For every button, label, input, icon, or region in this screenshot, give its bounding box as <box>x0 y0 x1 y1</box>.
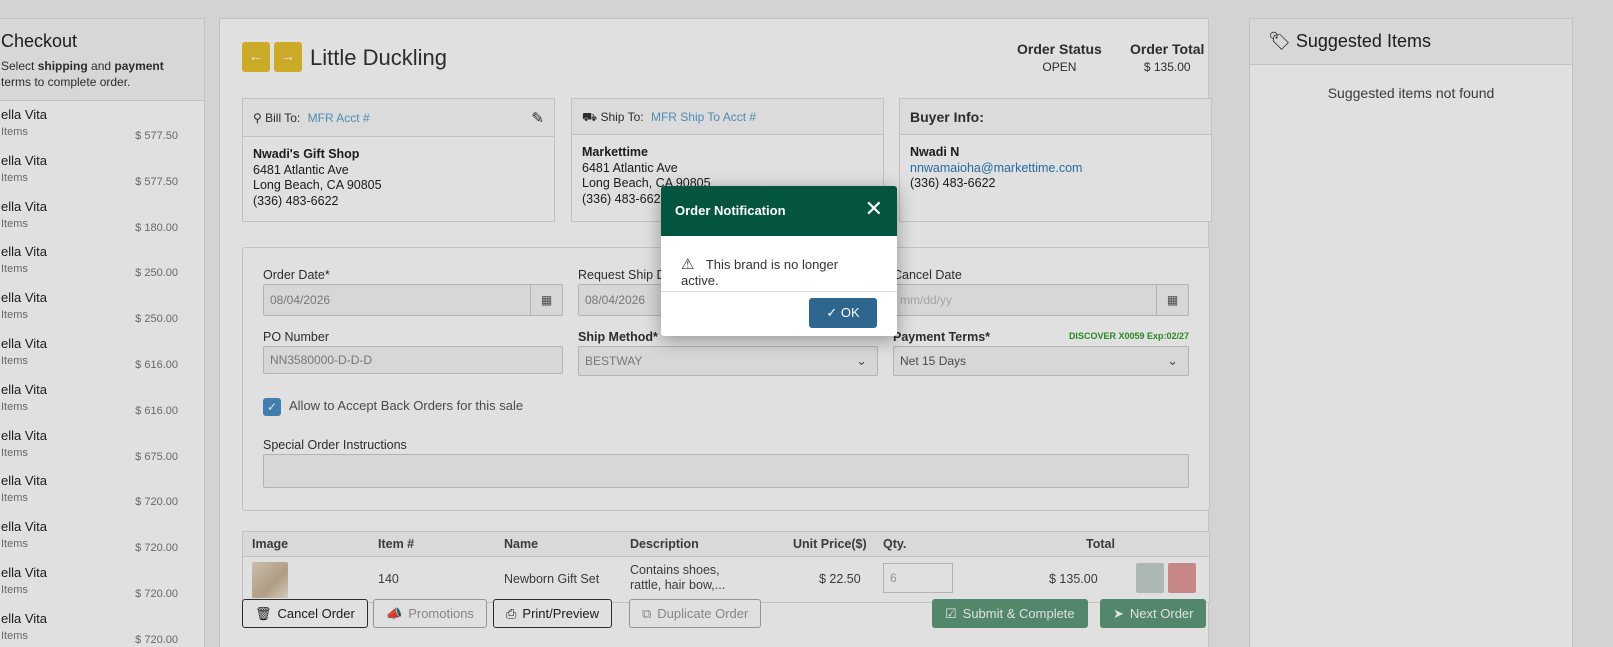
order-notification-modal: Order Notification ✕ ⚠ This brand is no … <box>661 186 897 336</box>
modal-header: Order Notification ✕ <box>661 186 897 236</box>
warning-icon: ⚠ <box>681 256 695 273</box>
ok-button[interactable]: ✓ OK <box>809 298 877 328</box>
check-icon: ✓ <box>826 305 838 320</box>
modal-body: ⚠ This brand is no longer active. <box>661 236 897 292</box>
modal-message: This brand is no longer active. <box>681 257 839 288</box>
close-icon[interactable]: ✕ <box>865 198 883 220</box>
modal-title: Order Notification <box>675 203 786 218</box>
